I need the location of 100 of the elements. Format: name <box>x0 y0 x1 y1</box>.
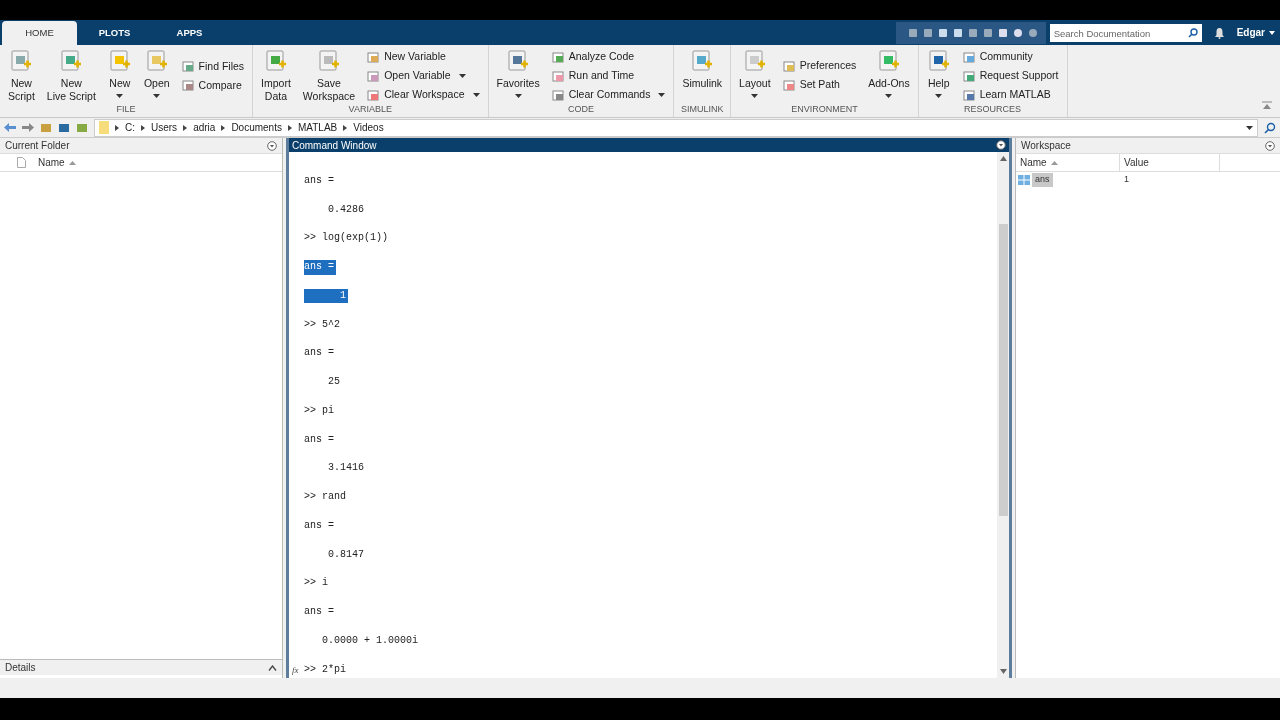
variable-value: 1 <box>1123 173 1130 187</box>
tool-icon <box>263 49 288 73</box>
toolstrip-button[interactable]: Analyze Code <box>551 49 666 65</box>
tool-icon <box>9 49 34 73</box>
section-title: VARIABLE <box>347 103 393 116</box>
panel-menu-icon[interactable] <box>267 140 277 151</box>
section-title: CODE <box>566 103 595 116</box>
quick-access-icon[interactable] <box>922 28 933 38</box>
breadcrumb-arrow-icon <box>141 124 145 131</box>
toolstrip-button[interactable]: Community <box>962 49 1059 65</box>
tool-icon <box>551 50 565 64</box>
toolstrip-button[interactable]: Favorites <box>492 49 544 103</box>
quick-access-icon[interactable] <box>982 28 993 38</box>
toolstrip-button[interactable]: Compare <box>181 77 245 94</box>
variable-name[interactable]: ans <box>1032 173 1053 187</box>
nav-arrow-icon[interactable] <box>22 122 34 133</box>
toolstrip-button[interactable]: Set Path <box>782 77 857 94</box>
panel-title: Current Folder <box>5 139 70 153</box>
breadcrumb-arrow-icon <box>221 124 226 131</box>
panel-menu-icon[interactable] <box>1265 140 1275 151</box>
search-icon[interactable] <box>1264 121 1276 134</box>
folder-tool-icon[interactable] <box>58 122 70 133</box>
toolstrip-button[interactable]: Save Workspace <box>298 49 360 103</box>
file-icon <box>17 157 26 168</box>
breadcrumb[interactable]: adria <box>193 120 216 135</box>
output-line: 0.4286 <box>327 202 365 217</box>
command-line: >> pi <box>304 403 335 418</box>
output-line: 0.8147 <box>327 547 365 562</box>
toolstrip-button[interactable]: Clear Workspace <box>367 87 480 103</box>
column-header[interactable]: Name <box>38 155 76 170</box>
toolstrip-button[interactable]: New Live Script <box>42 49 100 103</box>
panel-menu-icon[interactable] <box>996 140 1006 150</box>
caret-icon <box>153 94 161 98</box>
toolstrip-button[interactable]: Run and Time <box>551 68 666 84</box>
sort-icon <box>68 160 76 165</box>
toolstrip-button[interactable]: Open Variable <box>367 68 480 84</box>
toolstrip-button[interactable]: Layout <box>735 49 775 103</box>
tool-icon <box>551 88 565 102</box>
function-browser-icon[interactable]: fx <box>292 663 304 678</box>
section-title: SIMULINK <box>680 102 725 116</box>
breadcrumb[interactable]: MATLAB <box>297 120 338 135</box>
toolstrip-button[interactable]: Request Support <box>962 68 1059 84</box>
toolstrip-button[interactable]: Find Files <box>181 58 245 75</box>
scroll-down-icon[interactable] <box>999 669 1007 674</box>
toolstrip-button[interactable]: Clear Commands <box>551 87 666 103</box>
toolstrip-button[interactable]: Simulink <box>678 49 727 103</box>
collapse-icon[interactable] <box>1262 101 1272 109</box>
nav-arrow-icon[interactable] <box>4 122 16 133</box>
search-icon[interactable] <box>1187 28 1198 38</box>
tool-icon <box>367 50 381 64</box>
ribbon-tab[interactable]: PLOTS <box>77 21 152 45</box>
toolstrip-button[interactable]: Help <box>922 49 955 103</box>
column-header[interactable]: Value <box>1120 154 1220 171</box>
command-input[interactable]: >> 2*pi <box>304 663 346 678</box>
ribbon-tab[interactable]: HOME <box>2 21 77 45</box>
tool-icon <box>59 49 84 73</box>
matrix-icon <box>1018 175 1030 185</box>
caret-icon <box>935 94 943 98</box>
toolstrip-button[interactable]: Learn MATLAB <box>962 87 1059 103</box>
breadcrumb-arrow-icon <box>183 124 188 131</box>
caret-icon <box>116 94 124 98</box>
scrollbar[interactable] <box>997 152 1009 678</box>
breadcrumb[interactable]: C: <box>125 120 135 135</box>
output-line: ans = <box>304 174 335 188</box>
caret-icon <box>472 93 480 97</box>
scroll-up-icon[interactable] <box>999 156 1007 161</box>
quick-access-icon[interactable] <box>967 28 978 38</box>
breadcrumb[interactable]: Documents <box>231 120 282 135</box>
user-menu[interactable]: Edgar <box>1236 25 1275 40</box>
tool-icon <box>107 49 132 73</box>
tool-icon <box>181 79 195 92</box>
tool-icon <box>926 49 951 73</box>
section-title: RESOURCES <box>963 103 1023 116</box>
ribbon-tab[interactable]: APPS <box>152 21 227 45</box>
quick-access-icon[interactable] <box>997 28 1008 38</box>
quick-access-icon[interactable] <box>907 28 918 38</box>
toolstrip-button[interactable]: Preferences <box>782 58 857 75</box>
quick-access-icon[interactable] <box>952 28 963 38</box>
quick-access-icon[interactable] <box>1012 28 1023 38</box>
toolstrip-button[interactable]: Add-Ons <box>864 49 914 103</box>
tool-icon <box>690 49 715 73</box>
toolstrip-button[interactable]: New Variable <box>367 49 480 65</box>
quick-access-icon[interactable] <box>1027 28 1038 38</box>
breadcrumb[interactable]: Users <box>151 120 178 135</box>
tool-icon <box>742 49 767 73</box>
quick-access-icon[interactable] <box>937 28 948 38</box>
breadcrumb-arrow-icon <box>343 124 348 131</box>
expand-icon[interactable] <box>268 664 277 671</box>
folder-icon <box>99 121 109 134</box>
breadcrumb[interactable]: Videos <box>353 120 384 135</box>
toolstrip-button[interactable]: New <box>103 49 136 103</box>
search-field[interactable]: Search Documentation <box>1049 24 1202 42</box>
column-header[interactable]: Name <box>1016 154 1120 171</box>
output-line: 3.1416 <box>327 461 365 476</box>
tool-icon <box>551 69 565 83</box>
toolstrip-button[interactable]: Open <box>139 49 174 103</box>
command-line: >> log(exp(1)) <box>304 231 389 246</box>
toolstrip-button[interactable]: New Script <box>4 49 39 103</box>
toolstrip-button[interactable]: Import Data <box>257 49 295 103</box>
bell-icon[interactable] <box>1213 27 1225 39</box>
